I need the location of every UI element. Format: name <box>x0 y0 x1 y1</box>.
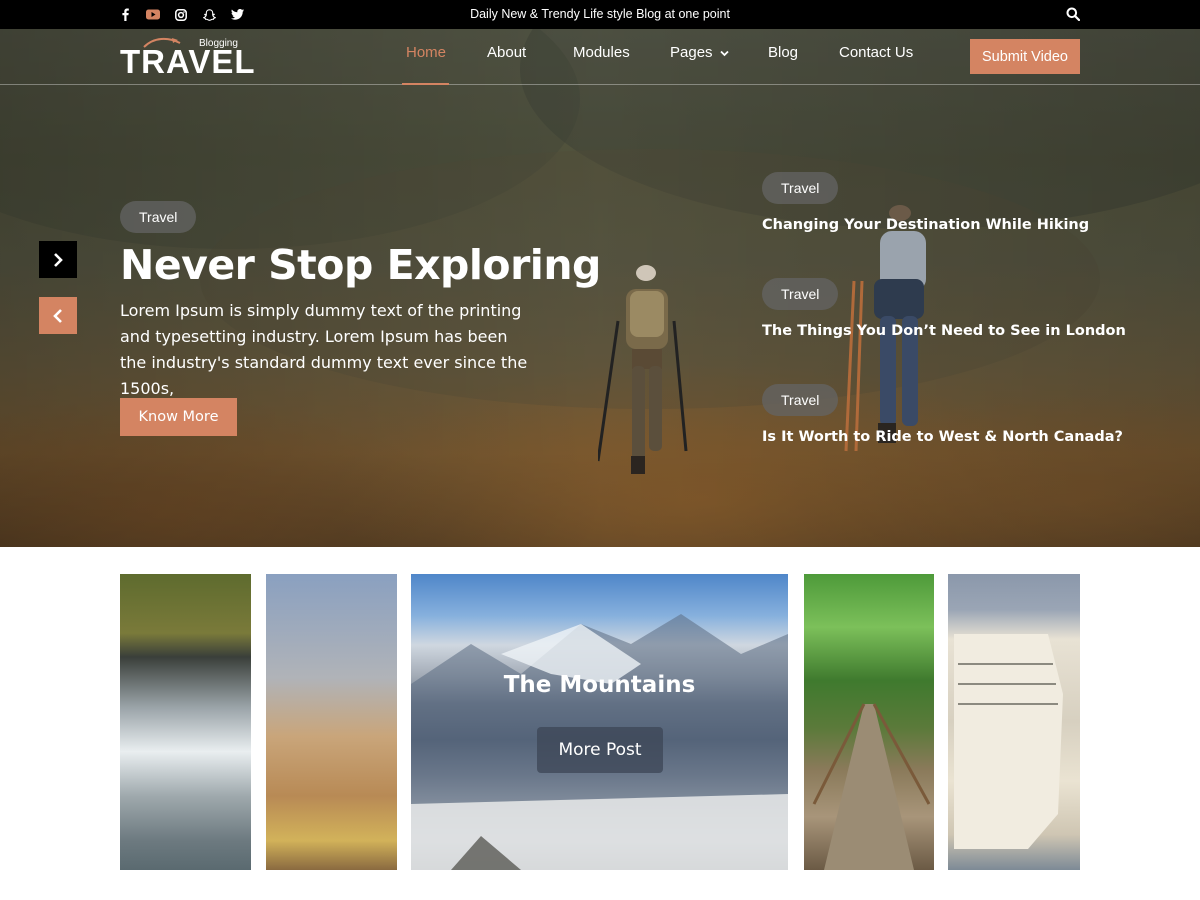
gallery-tile-forest-bridge[interactable] <box>804 574 934 870</box>
nav-pages-label: Pages <box>670 44 713 61</box>
more-post-button[interactable]: More Post <box>537 727 663 773</box>
main-header: Blogging TRAVEL Home About Modules Pages… <box>0 29 1200 85</box>
nav-about[interactable]: About <box>487 44 526 61</box>
submit-video-button[interactable]: Submit Video <box>970 39 1080 74</box>
nav-blog[interactable]: Blog <box>768 44 798 61</box>
nav-home[interactable]: Home <box>406 44 446 61</box>
slider-next-button[interactable] <box>39 241 77 278</box>
nav-modules[interactable]: Modules <box>573 44 630 61</box>
logo-wordmark: TRAVEL <box>120 43 256 80</box>
site-logo[interactable]: Blogging TRAVEL <box>120 37 262 80</box>
category-badge[interactable]: Travel <box>120 201 197 233</box>
chevron-right-icon <box>54 252 63 267</box>
chevron-down-icon <box>720 50 729 57</box>
nav-pages[interactable]: Pages <box>670 44 729 61</box>
hero-description: Lorem Ipsum is simply dummy text of the … <box>120 301 528 398</box>
chevron-left-icon <box>53 308 62 323</box>
know-more-button[interactable]: Know More <box>120 398 237 436</box>
tagline: Daily New & Trendy Life style Blog at on… <box>470 7 730 21</box>
nav-contact-us[interactable]: Contact Us <box>839 44 913 61</box>
slider-prev-button[interactable] <box>39 297 77 334</box>
gallery-tile-mountains[interactable] <box>411 574 788 870</box>
side-post-title[interactable]: Is It Worth to Ride to West & North Cana… <box>762 429 1123 445</box>
category-badge[interactable]: Travel <box>762 172 839 204</box>
category-badge[interactable]: Travel <box>762 278 839 310</box>
gallery-tile-waterfall[interactable] <box>120 574 251 870</box>
nav-active-indicator <box>402 83 449 85</box>
side-post-title[interactable]: Changing Your Destination While Hiking <box>762 217 1089 233</box>
search-icon[interactable] <box>1066 6 1082 22</box>
side-post-title[interactable]: The Things You Don’t Need to See in Lond… <box>762 323 1126 339</box>
category-badge[interactable]: Travel <box>762 384 839 416</box>
gallery-tile-cruise-ship[interactable] <box>948 574 1080 870</box>
hero-slider: Travel Never Stop Exploring Lorem Ipsum … <box>0 29 1200 547</box>
mountain-illustration <box>411 614 788 870</box>
gallery-tile-city[interactable] <box>266 574 397 870</box>
featured-tile-title: The Mountains <box>503 672 696 698</box>
hiker-figure <box>598 265 688 474</box>
ship-illustration <box>954 634 1063 849</box>
bridge-illustration <box>812 703 931 870</box>
hero-title: Never Stop Exploring <box>120 241 601 289</box>
top-bar: Daily New & Trendy Life style Blog at on… <box>0 0 1200 29</box>
